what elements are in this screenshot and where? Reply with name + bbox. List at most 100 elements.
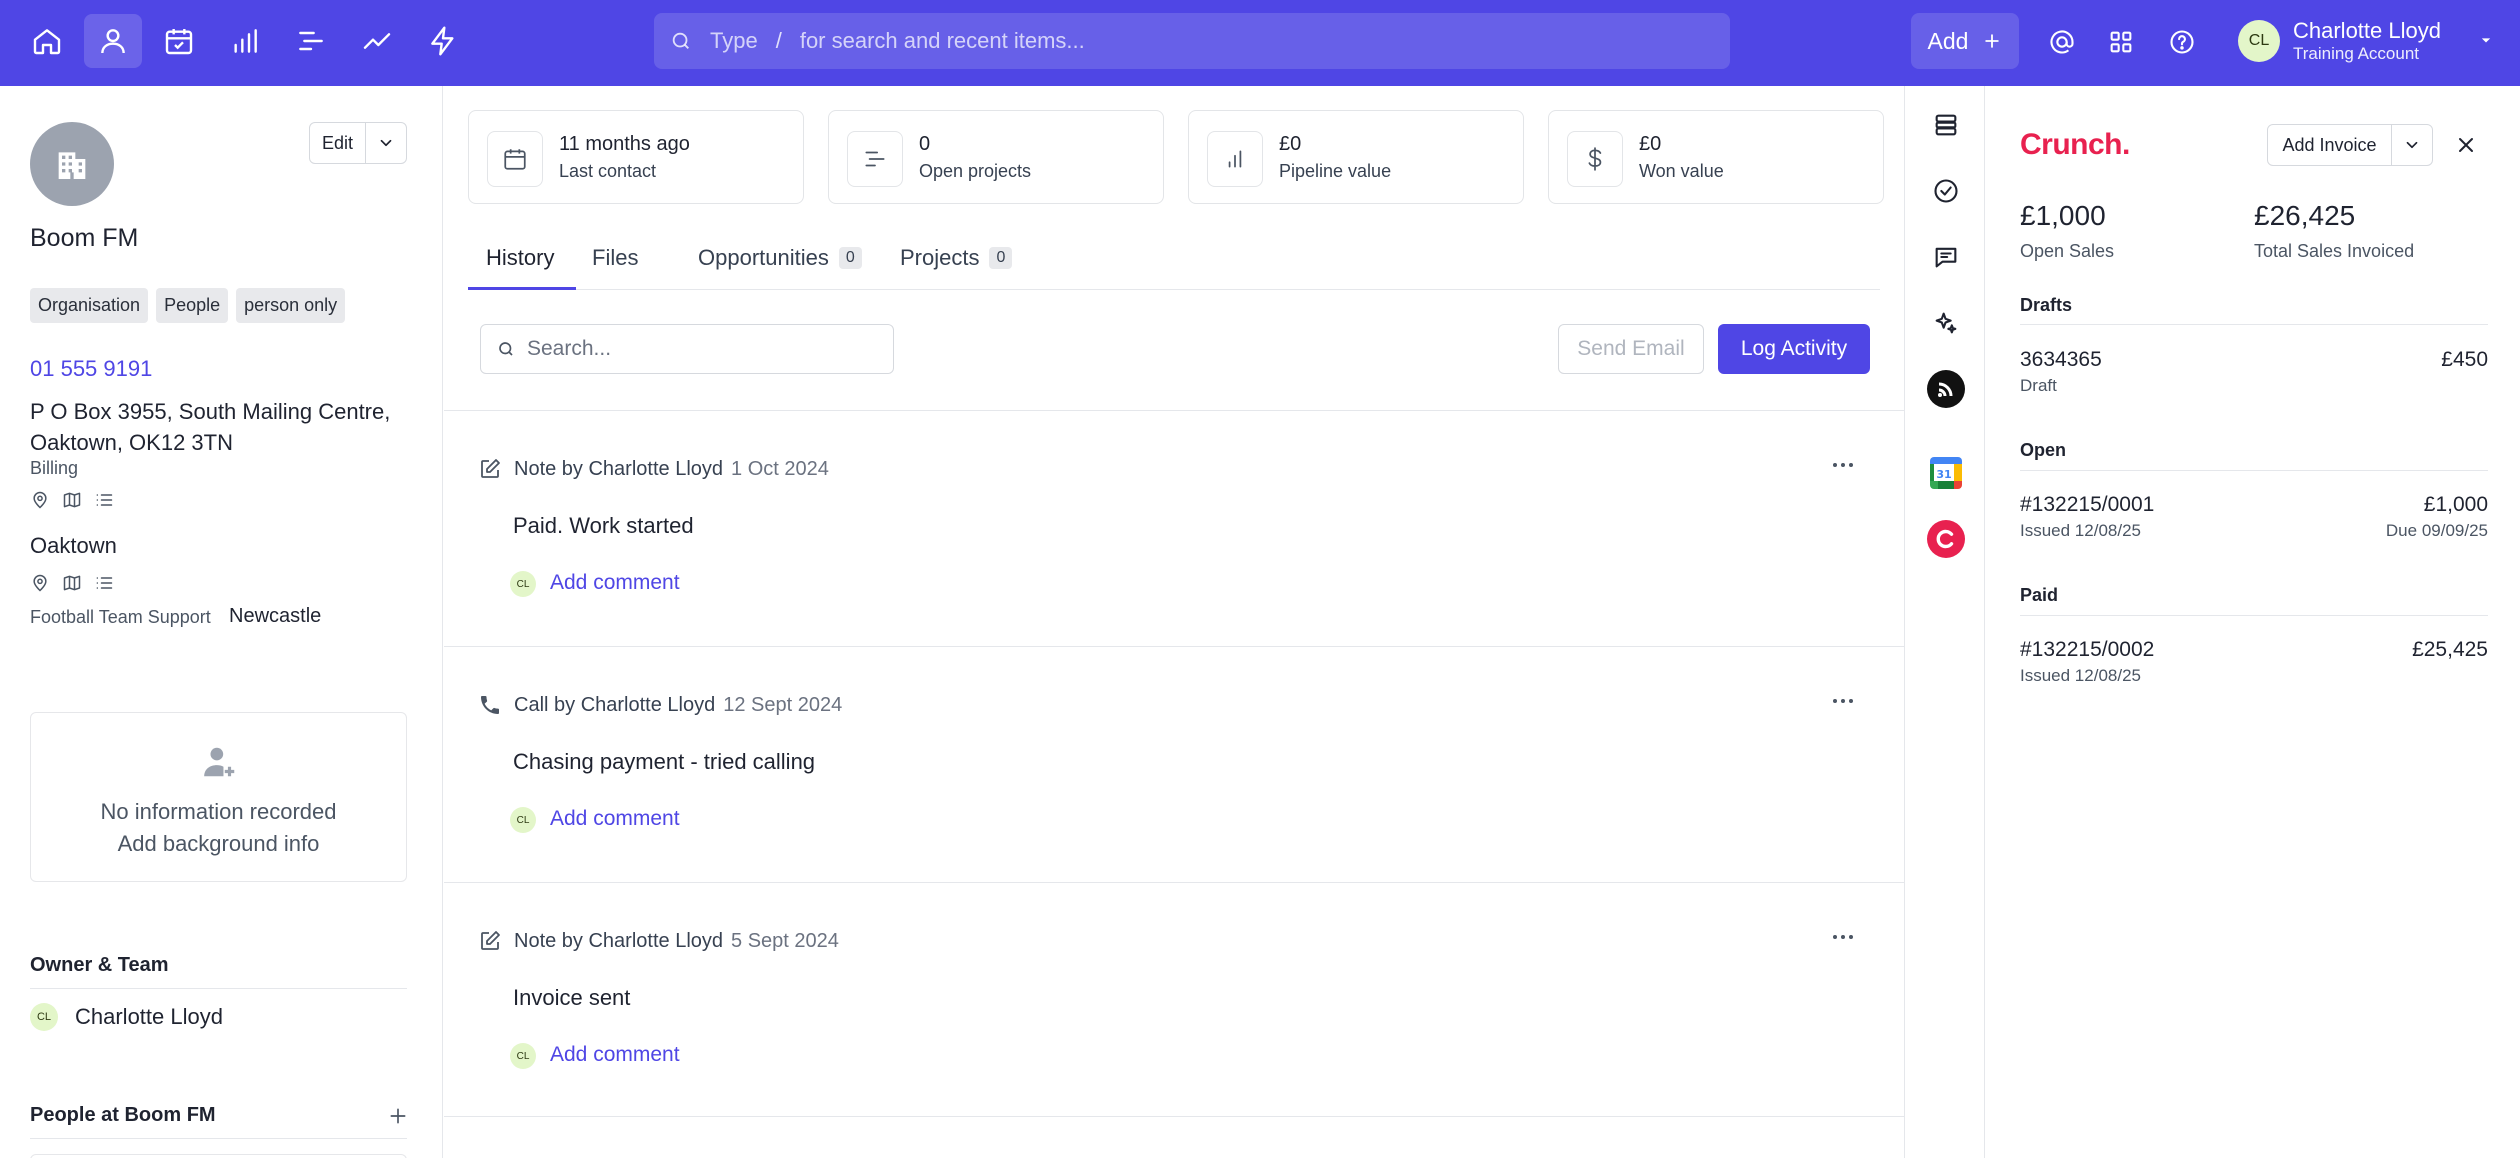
stat-label: Pipeline value <box>1279 161 1392 181</box>
layers-icon[interactable] <box>1927 106 1965 144</box>
search-icon <box>497 340 515 358</box>
automation-icon[interactable] <box>414 14 472 68</box>
tab-opportunities[interactable]: Opportunities 0 <box>698 240 862 276</box>
activity-search-input[interactable]: Search... <box>480 324 894 374</box>
contacts-icon[interactable] <box>84 14 142 68</box>
top-navigation-bar: Type / for search and recent items... Ad… <box>0 0 2520 86</box>
rss-integration-icon[interactable] <box>1927 370 1965 408</box>
map-icon[interactable] <box>62 573 82 593</box>
sparkles-icon[interactable] <box>1927 304 1965 342</box>
feed-divider <box>444 1116 1904 1117</box>
custom-field-value: Newcastle <box>229 605 322 627</box>
more-options-icon[interactable] <box>1832 461 1854 469</box>
draft-invoice-number[interactable]: 3634365 <box>2020 348 2102 372</box>
projects-icon <box>847 131 903 187</box>
note-icon <box>478 929 502 953</box>
tab-history[interactable]: History <box>486 240 554 276</box>
edit-dropdown-icon[interactable] <box>366 123 406 163</box>
tab-files[interactable]: Files <box>592 240 638 276</box>
phone-link[interactable]: 01 555 9191 <box>30 356 152 382</box>
paid-invoice-number[interactable]: #132215/0002 <box>2020 638 2154 662</box>
stat-label: Won value <box>1639 161 1724 181</box>
user-account: Training Account <box>2293 44 2419 63</box>
add-background-link[interactable]: Add background info <box>31 831 406 857</box>
activity-author: Note by Charlotte Lloyd <box>514 458 724 480</box>
google-calendar-icon[interactable]: 31 <box>1927 454 1965 492</box>
calendar-tasks-icon[interactable] <box>150 14 208 68</box>
user-menu-caret-icon[interactable] <box>2476 30 2496 50</box>
reports-icon[interactable] <box>348 14 406 68</box>
home-icon[interactable] <box>18 14 76 68</box>
tab-count: 0 <box>838 247 862 269</box>
tab-projects[interactable]: Projects 0 <box>900 240 1013 276</box>
people-divider <box>30 1138 407 1139</box>
activity-body: Chasing payment - tried calling <box>513 749 816 774</box>
activity-item: Note by Charlotte Lloyd 5 Sept 2024 Invoi… <box>444 882 1904 1118</box>
address-line-2: Oaktown, OK12 3TN <box>30 430 233 455</box>
map-pin-icon[interactable] <box>30 573 50 593</box>
add-invoice-dropdown-icon[interactable] <box>2392 125 2432 165</box>
projects-nav-icon[interactable] <box>282 14 340 68</box>
integration-strip: 31 <box>1904 86 1985 1158</box>
crunch-integration-icon[interactable] <box>1927 520 1965 558</box>
draft-invoice-status: Draft <box>2020 376 2057 395</box>
activity-author: Call by Charlotte Lloyd <box>514 694 716 716</box>
stat-label: Open projects <box>919 161 1032 181</box>
add-comment-link[interactable]: Add comment <box>550 571 680 595</box>
background-info-card[interactable]: No information recorded Add background i… <box>30 712 407 882</box>
activity-body: Invoice sent <box>513 985 631 1010</box>
user-avatar[interactable]: CL <box>2238 20 2280 62</box>
add-invoice-button[interactable]: Add Invoice <box>2268 125 2392 165</box>
stat-won-value: £0 Won value <box>1548 110 1884 204</box>
stat-label: Last contact <box>559 161 657 181</box>
dollar-icon <box>1567 131 1623 187</box>
list-icon[interactable] <box>94 573 114 593</box>
more-options-icon[interactable] <box>1832 697 1854 705</box>
people-title: People at Boom FM <box>30 1104 216 1126</box>
mentions-icon[interactable] <box>2042 22 2082 62</box>
log-activity-button[interactable]: Log Activity <box>1718 324 1870 374</box>
tag-person-only[interactable]: person only <box>236 288 346 323</box>
edit-button[interactable]: Edit <box>310 123 366 163</box>
organisation-avatar <box>30 122 114 206</box>
help-icon[interactable] <box>2162 22 2202 62</box>
activity-item: Note by Charlotte Lloyd 1 Oct 2024 Paid. … <box>444 410 1904 646</box>
drafts-divider <box>2020 324 2488 325</box>
town: Oaktown <box>30 533 117 558</box>
user-name[interactable]: Charlotte Lloyd <box>2293 18 2441 44</box>
tag-list: Organisation People person only <box>30 288 346 323</box>
open-invoice-number[interactable]: #132215/0001 <box>2020 493 2154 517</box>
tag-people[interactable]: People <box>156 288 229 323</box>
more-options-icon[interactable] <box>1832 933 1854 941</box>
map-pin-icon[interactable] <box>30 490 50 510</box>
building-icon <box>52 144 92 184</box>
send-email-button[interactable]: Send Email <box>1558 324 1704 374</box>
tab-label: Files <box>592 245 639 270</box>
address-actions <box>30 490 114 510</box>
global-search-input[interactable]: Type / for search and recent items... <box>654 13 1730 69</box>
pipeline-icon[interactable] <box>216 14 274 68</box>
owner-name[interactable]: Charlotte Lloyd <box>75 1004 223 1030</box>
tag-organisation[interactable]: Organisation <box>30 288 149 323</box>
activity-author-line: Note by Charlotte Lloyd 1 Oct 2024 <box>514 458 829 481</box>
apps-grid-icon[interactable] <box>2101 22 2141 62</box>
add-person-icon[interactable] <box>388 1106 408 1126</box>
open-invoice-issued: Issued 12/08/25 <box>2020 521 2141 540</box>
stat-value: 11 months ago <box>559 133 690 155</box>
activity-author: Note by Charlotte Lloyd <box>514 930 724 952</box>
add-comment-link[interactable]: Add comment <box>550 807 680 831</box>
add-comment-link[interactable]: Add comment <box>550 1043 680 1067</box>
add-button[interactable]: Add <box>1911 13 2019 69</box>
chat-icon[interactable] <box>1927 238 1965 276</box>
open-title: Open <box>2020 440 2067 460</box>
open-sales-label: Open Sales <box>2020 241 2115 261</box>
map-icon[interactable] <box>62 490 82 510</box>
calendar-day-number: 31 <box>1936 468 1951 481</box>
list-icon[interactable] <box>94 490 114 510</box>
open-invoice-due: Due 09/09/25 <box>2385 521 2488 540</box>
task-check-icon[interactable] <box>1927 172 1965 210</box>
close-icon[interactable] <box>2454 133 2478 157</box>
drafts-title: Drafts <box>2020 295 2073 315</box>
people-list <box>30 1154 407 1158</box>
activity-date: 1 Oct 2024 <box>731 458 829 480</box>
